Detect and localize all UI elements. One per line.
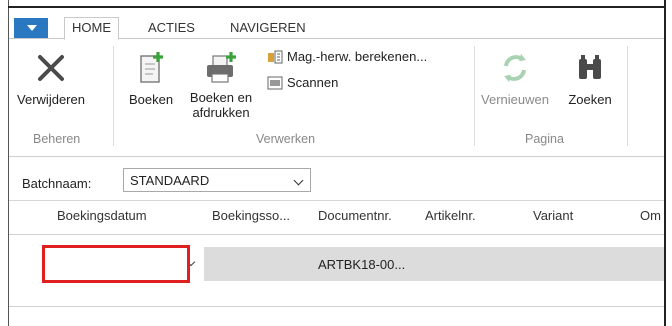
delete-x-icon [33, 50, 69, 86]
post-button[interactable]: Boeken [121, 50, 181, 107]
tab-acties[interactable]: ACTIES [148, 18, 195, 38]
refresh-button[interactable]: Vernieuwen [477, 50, 553, 107]
find-button-label: Zoeken [568, 92, 612, 107]
post-print-label-line2: afdrukken [192, 105, 250, 120]
post-and-print-button[interactable]: Boeken en afdrukken [185, 50, 257, 120]
batch-name-label: Batchnaam: [22, 176, 92, 191]
group-label-verwerken: Verwerken [256, 132, 316, 146]
documentnr-cell[interactable]: ARTBK18-00... [318, 257, 405, 272]
calculate-inventory-icon [267, 50, 283, 64]
post-button-label: Boeken [128, 92, 174, 107]
column-header-boekingsdatum[interactable]: Boekingsdatum [57, 208, 147, 223]
post-icon [133, 50, 169, 86]
post-print-label-line1: Boeken en [189, 90, 253, 105]
column-header-omschrijving[interactable]: Om [640, 208, 661, 223]
group-separator [113, 46, 114, 146]
ribbon-tab-bar: HOME ACTIES NAVIGEREN [9, 10, 664, 40]
calculate-inventory-label: Mag.-herw. berekenen... [287, 49, 428, 64]
tab-home[interactable]: HOME [64, 17, 119, 40]
column-header-variant[interactable]: Variant [533, 208, 573, 223]
grid-top-border [9, 200, 664, 201]
delete-button-label: Verwijderen [17, 92, 85, 107]
group-label-pagina: Pagina [525, 132, 564, 146]
group-separator [474, 46, 475, 146]
calculate-inventory-button[interactable]: Mag.-herw. berekenen... [267, 49, 427, 64]
post-print-icon [203, 50, 239, 86]
refresh-button-label: Vernieuwen [481, 92, 549, 107]
group-separator [627, 46, 628, 146]
delete-button[interactable]: Verwijderen [12, 50, 90, 107]
app-menu-button[interactable] [14, 18, 48, 38]
row-separator [9, 306, 664, 307]
column-header-documentnr[interactable]: Documentnr. [318, 208, 392, 223]
window-top-border [8, 6, 666, 8]
batch-name-select[interactable]: STANDAARD [123, 168, 311, 192]
group-label-beheren: Beheren [33, 132, 81, 146]
column-header-boekingssoort[interactable]: Boekingsso... [212, 208, 290, 223]
refresh-icon [497, 50, 533, 86]
scan-button[interactable]: Scannen [267, 75, 338, 90]
find-button[interactable]: Zoeken [559, 50, 621, 107]
highlight-annotation [42, 245, 190, 283]
column-header-artikelnr[interactable]: Artikelnr. [425, 208, 476, 223]
chevron-down-icon[interactable] [293, 175, 304, 186]
dropdown-arrow-icon [27, 25, 37, 31]
tab-navigeren[interactable]: NAVIGEREN [230, 18, 306, 38]
binoculars-icon [572, 50, 608, 86]
ribbon: Verwijderen Beheren Boeken Boeken en afd… [9, 38, 664, 157]
batch-name-value: STANDAARD [130, 173, 210, 188]
barcode-scan-icon [267, 76, 283, 90]
scan-label: Scannen [287, 75, 339, 90]
header-separator [9, 234, 664, 235]
